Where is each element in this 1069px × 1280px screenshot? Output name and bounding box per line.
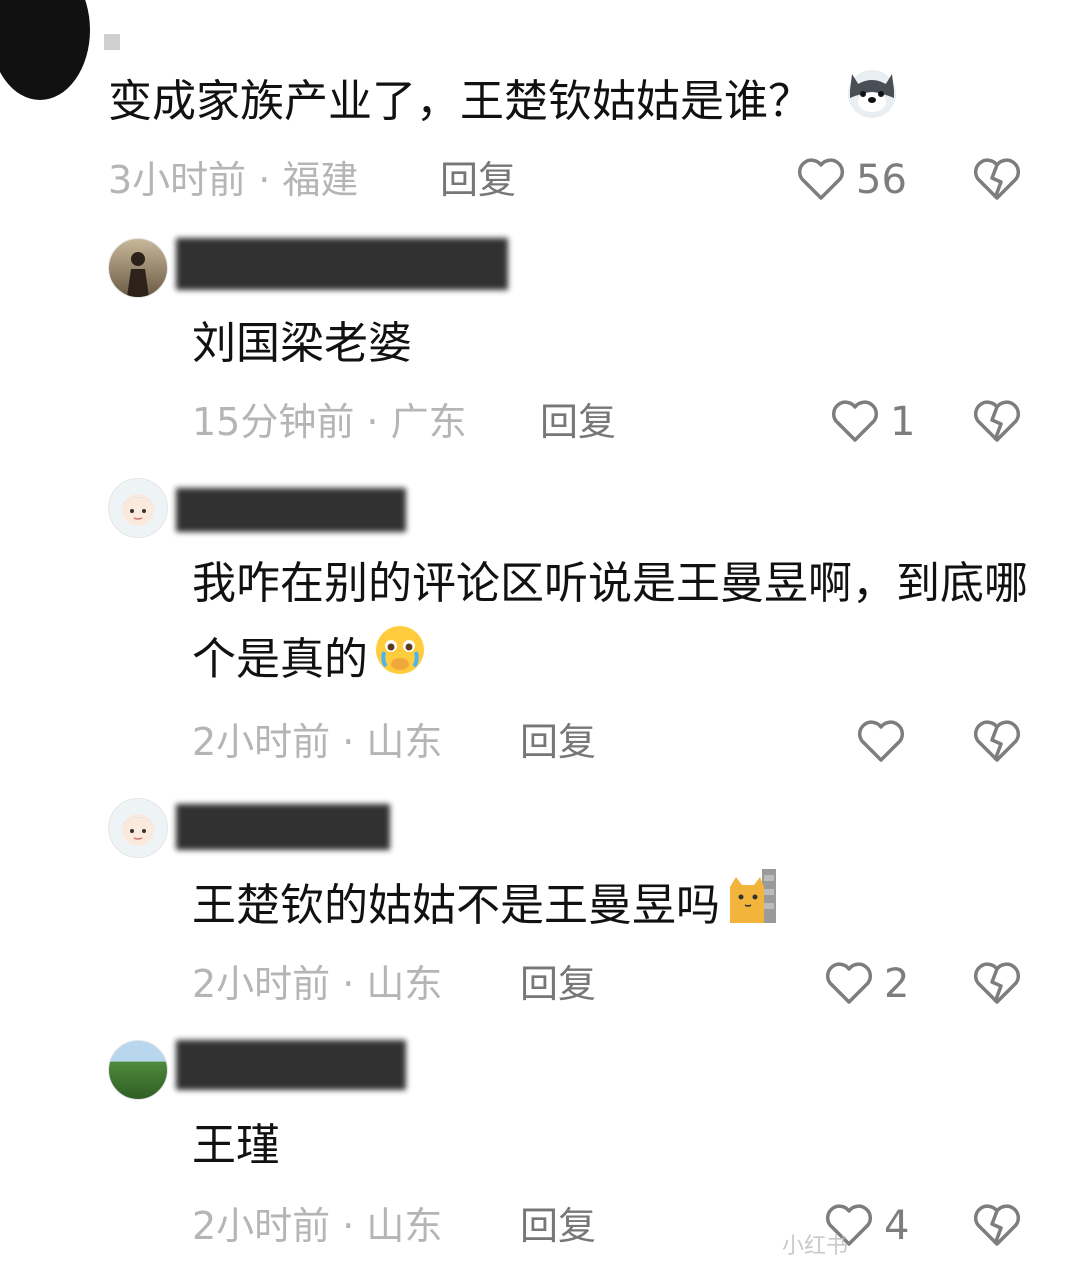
comment-meta: 2小时前 · 山东 xyxy=(192,720,443,764)
broken-heart-icon[interactable] xyxy=(972,156,1022,202)
username-blur[interactable] xyxy=(176,804,390,850)
comment-meta: 2小时前 · 山东 xyxy=(192,1204,443,1248)
heart-outline-icon[interactable] xyxy=(830,398,880,444)
comment-text: 变成家族产业了，王楚钦姑姑是谁？ xyxy=(108,64,900,144)
top-avatar[interactable] xyxy=(0,0,90,100)
like-count: 56 xyxy=(856,157,907,203)
reply-button[interactable]: 回复 xyxy=(440,156,516,204)
username-blur[interactable] xyxy=(176,488,406,532)
reply-button[interactable]: 回复 xyxy=(540,398,616,446)
avatar[interactable] xyxy=(108,478,168,538)
avatar[interactable] xyxy=(108,798,168,858)
broken-heart-icon[interactable] xyxy=(972,1202,1022,1248)
broken-heart-icon[interactable] xyxy=(972,398,1022,444)
broken-heart-icon[interactable] xyxy=(972,718,1022,764)
like-count: 4 xyxy=(884,1203,910,1249)
comment-meta: 15分钟前 · 广东 xyxy=(192,400,467,444)
avatar[interactable] xyxy=(108,1040,168,1100)
comment-text: 王楚钦的姑姑不是王曼昱吗 xyxy=(192,868,778,947)
heart-outline-icon[interactable] xyxy=(856,718,906,764)
comment-text: 我咋在别的评论区听说是王曼昱啊，到底哪个是真的 xyxy=(192,546,1032,702)
avatar[interactable] xyxy=(108,238,168,298)
crying-face-emoji-icon xyxy=(372,622,428,702)
username-blur[interactable] xyxy=(176,1040,406,1090)
comment-meta: 3小时前 · 福建 xyxy=(108,158,359,202)
heart-outline-icon[interactable] xyxy=(824,960,874,1006)
comment-text: 王瑾 xyxy=(192,1120,280,1171)
peeking-cat-emoji-icon xyxy=(726,869,778,947)
reply-button[interactable]: 回复 xyxy=(520,960,596,1008)
username-blur[interactable] xyxy=(176,238,508,290)
username-blur[interactable] xyxy=(104,34,120,50)
comment-meta: 2小时前 · 山东 xyxy=(192,962,443,1006)
reply-button[interactable]: 回复 xyxy=(520,718,596,766)
like-count: 2 xyxy=(884,961,910,1007)
wolf-emoji-icon xyxy=(844,64,900,144)
like-count: 1 xyxy=(890,399,916,445)
heart-outline-icon[interactable] xyxy=(796,156,846,202)
comment-text: 刘国梁老婆 xyxy=(192,318,412,369)
watermark: 小红书 xyxy=(782,1234,849,1259)
reply-button[interactable]: 回复 xyxy=(520,1202,596,1250)
broken-heart-icon[interactable] xyxy=(972,960,1022,1006)
